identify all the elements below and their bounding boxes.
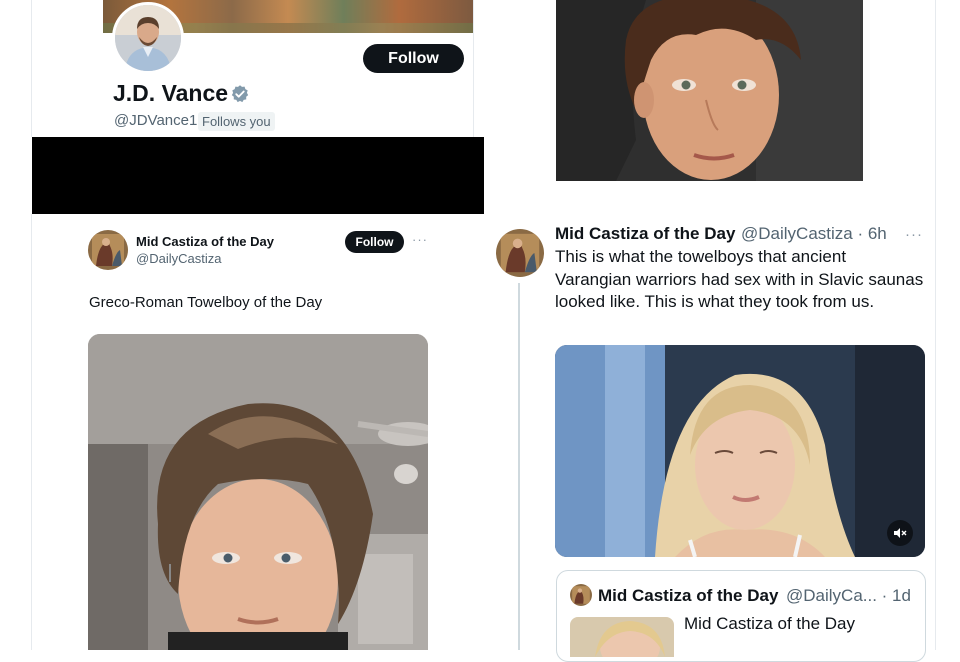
more-options-icon[interactable]: ··· bbox=[412, 232, 428, 247]
mute-icon[interactable] bbox=[887, 520, 913, 546]
follows-you-badge: Follows you bbox=[198, 112, 275, 131]
tweet-author-handle[interactable]: @DailyCastiza bbox=[136, 251, 221, 266]
frame-border-left-lower bbox=[31, 214, 32, 650]
verified-badge-icon bbox=[231, 85, 249, 103]
tweet-author-name[interactable]: Mid Castiza of the Day bbox=[136, 234, 274, 249]
frame-border-right bbox=[935, 0, 936, 650]
quoted-text: Mid Castiza of the Day bbox=[684, 614, 856, 633]
tweet-photo-woman[interactable] bbox=[556, 0, 863, 181]
tweet2-text: This is what the towelboys that ancient … bbox=[555, 247, 924, 311]
tweet2-handle-time[interactable]: @DailyCastiza · 6h bbox=[741, 224, 887, 244]
profile-handle: @JDVance1 bbox=[114, 112, 198, 129]
profile-card-border bbox=[473, 0, 474, 137]
tweet-text: Greco-Roman Towelboy of the Day bbox=[89, 294, 323, 311]
quoted-author-avatar bbox=[570, 584, 592, 606]
castiza-avatar[interactable] bbox=[88, 230, 128, 270]
profile-name: J.D. Vance bbox=[113, 80, 229, 106]
quoted-thumbnail bbox=[570, 617, 674, 657]
tweet2-author-name[interactable]: Mid Castiza of the Day bbox=[555, 224, 735, 244]
tweet-photo-boy[interactable] bbox=[88, 334, 428, 650]
redaction-bar bbox=[32, 137, 484, 214]
tweet-follow-button[interactable]: Follow bbox=[345, 231, 404, 253]
profile-avatar[interactable] bbox=[112, 2, 184, 74]
castiza-avatar-2[interactable] bbox=[496, 229, 544, 277]
quoted-author-name: Mid Castiza of the Day bbox=[598, 586, 779, 605]
frame-border-left bbox=[31, 0, 32, 137]
thread-line bbox=[518, 283, 520, 650]
tweet-video-girl[interactable] bbox=[555, 345, 925, 557]
more-options-icon-2[interactable]: ··· bbox=[905, 226, 923, 243]
quoted-handle-time: @DailyCa... · 1d bbox=[786, 586, 911, 605]
follow-button[interactable]: Follow bbox=[363, 44, 464, 73]
